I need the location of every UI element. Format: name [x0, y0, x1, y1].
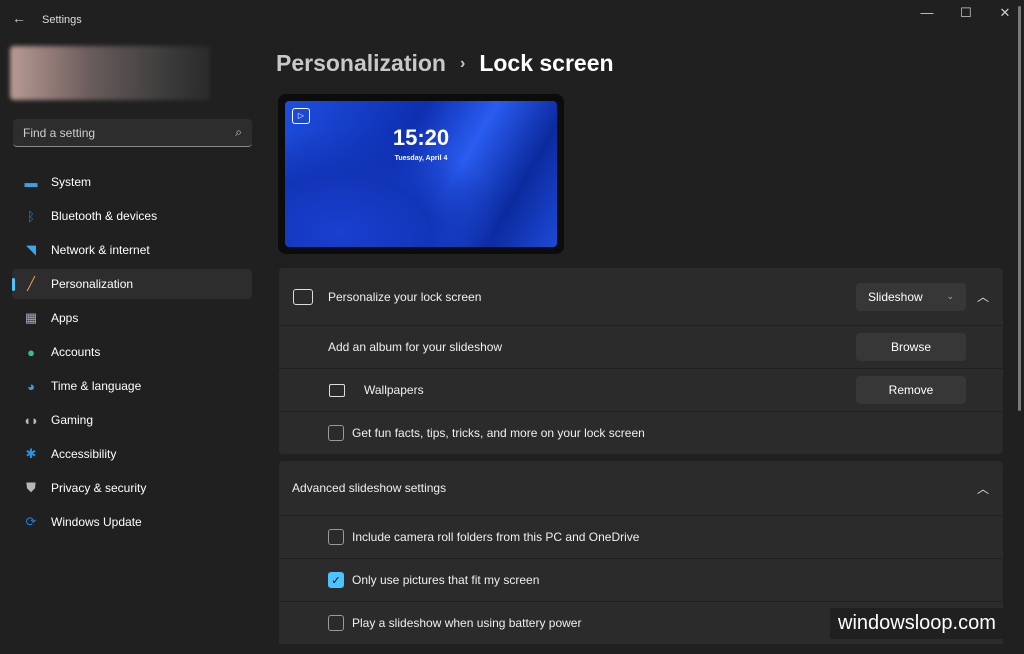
search-icon: ⌕ — [235, 125, 242, 139]
chevron-down-icon: ⌄ — [946, 291, 954, 301]
person-icon: ● — [27, 344, 35, 360]
apps-icon: ▦ — [24, 310, 38, 325]
sidebar-item-time-language[interactable]: ◕ Time & language — [12, 371, 252, 401]
sidebar-item-windows-update[interactable]: ⟳ Windows Update — [12, 507, 252, 537]
sidebar-item-apps[interactable]: ▦ Apps — [12, 303, 252, 333]
sidebar-item-label: Privacy & security — [51, 481, 147, 495]
advanced-slideshow-header[interactable]: Advanced slideshow settings ︿ — [279, 461, 1003, 515]
sidebar-item-label: Personalization — [51, 277, 134, 291]
browse-button[interactable]: Browse — [856, 333, 966, 361]
sidebar-item-label: Accounts — [51, 345, 101, 359]
slideshow-play-icon: ▷ — [292, 108, 310, 124]
fun-facts-label: Get fun facts, tips, tricks, and more on… — [352, 426, 645, 440]
fun-facts-row[interactable]: Get fun facts, tips, tricks, and more on… — [279, 412, 1003, 454]
folder-row: Wallpapers Remove — [279, 369, 1003, 411]
sidebar-item-label: Accessibility — [51, 447, 117, 461]
remove-button[interactable]: Remove — [856, 376, 966, 404]
sidebar-item-label: Gaming — [51, 413, 94, 427]
gamepad-icon: ◖◗ — [23, 412, 39, 428]
sidebar-item-label: System — [51, 175, 92, 189]
sidebar-item-label: Bluetooth & devices — [51, 209, 158, 223]
option-label: Play a slideshow when using battery powe… — [352, 616, 582, 630]
preview-date: Tuesday, April 4 — [394, 155, 448, 162]
monitor-icon: ▬ — [24, 174, 38, 190]
collapse-chevron-icon[interactable]: ︿ — [977, 288, 989, 305]
sidebar-item-label: Network & internet — [51, 243, 150, 257]
lock-screen-preview: ▷ 15:20 Tuesday, April 4 — [278, 94, 564, 254]
shield-icon: ⛊ — [26, 480, 36, 495]
sidebar-item-label: Apps — [51, 311, 79, 325]
window-title: Settings — [42, 14, 82, 26]
folder-name: Wallpapers — [364, 383, 424, 397]
advanced-label: Advanced slideshow settings — [292, 481, 447, 495]
search-placeholder: Find a setting — [23, 126, 96, 140]
dropdown-value: Slideshow — [868, 289, 923, 304]
scrollbar[interactable] — [1018, 6, 1021, 411]
checkbox[interactable] — [328, 615, 344, 631]
advanced-option-row[interactable]: Include camera roll folders from this PC… — [279, 516, 1003, 558]
user-profile-avatar[interactable] — [10, 46, 210, 100]
sidebar-item-accounts[interactable]: ● Accounts — [12, 337, 252, 367]
close-button[interactable]: ✕ — [990, 5, 1020, 21]
breadcrumb: Personalization › Lock screen — [276, 50, 614, 77]
sidebar-item-label: Windows Update — [51, 515, 142, 529]
checked-checkbox[interactable]: ✓ — [328, 572, 344, 588]
search-input[interactable]: Find a setting ⌕ — [13, 119, 252, 147]
fun-facts-checkbox[interactable] — [328, 425, 344, 441]
album-label: Add an album for your slideshow — [328, 340, 503, 354]
page-title: Lock screen — [479, 50, 614, 76]
watermark: windowsloop.com — [830, 608, 1004, 639]
globe-clock-icon: ◕ — [27, 378, 35, 394]
breadcrumb-parent[interactable]: Personalization — [276, 50, 446, 77]
brush-icon: ╱ — [27, 276, 35, 291]
lock-screen-icon — [293, 288, 313, 305]
folder-icon — [329, 383, 345, 397]
sidebar-item-label: Time & language — [51, 379, 142, 393]
album-row: Add an album for your slideshow Browse — [279, 326, 1003, 368]
checkbox[interactable] — [328, 529, 344, 545]
option-label: Include camera roll folders from this PC… — [352, 530, 640, 544]
bluetooth-icon: ᛒ — [27, 208, 35, 224]
sidebar-item-bluetooth-devices[interactable]: ᛒ Bluetooth & devices — [12, 201, 252, 231]
background-type-dropdown[interactable]: Slideshow ⌄ — [856, 282, 966, 311]
sidebar-item-network-internet[interactable]: ◥ Network & internet — [12, 235, 252, 265]
sidebar-item-privacy-security[interactable]: ⛊ Privacy & security — [12, 473, 252, 503]
preview-time: 15:20 — [392, 125, 450, 150]
sidebar-item-personalization[interactable]: ╱ Personalization — [12, 269, 252, 299]
sidebar-item-accessibility[interactable]: ✱ Accessibility — [12, 439, 252, 469]
back-button[interactable]: ← — [12, 10, 26, 26]
sidebar-item-gaming[interactable]: ◖◗ Gaming — [12, 405, 252, 435]
maximize-button[interactable]: ☐ — [951, 5, 981, 21]
option-label: Only use pictures that fit my screen — [352, 573, 540, 587]
sidebar-item-system[interactable]: ▬ System — [12, 167, 252, 197]
personalize-label: Personalize your lock screen — [328, 289, 482, 304]
accessibility-icon: ✱ — [25, 446, 37, 461]
personalize-lock-screen-header[interactable]: Personalize your lock screen Slideshow ⌄… — [279, 268, 1003, 325]
wifi-icon: ◥ — [26, 242, 36, 257]
advanced-option-row[interactable]: ✓ Only use pictures that fit my screen — [279, 559, 1003, 601]
update-icon: ⟳ — [25, 514, 37, 529]
breadcrumb-separator-icon: › — [459, 54, 466, 72]
collapse-chevron-icon[interactable]: ︿ — [977, 480, 989, 497]
minimize-button[interactable]: — — [912, 5, 942, 20]
